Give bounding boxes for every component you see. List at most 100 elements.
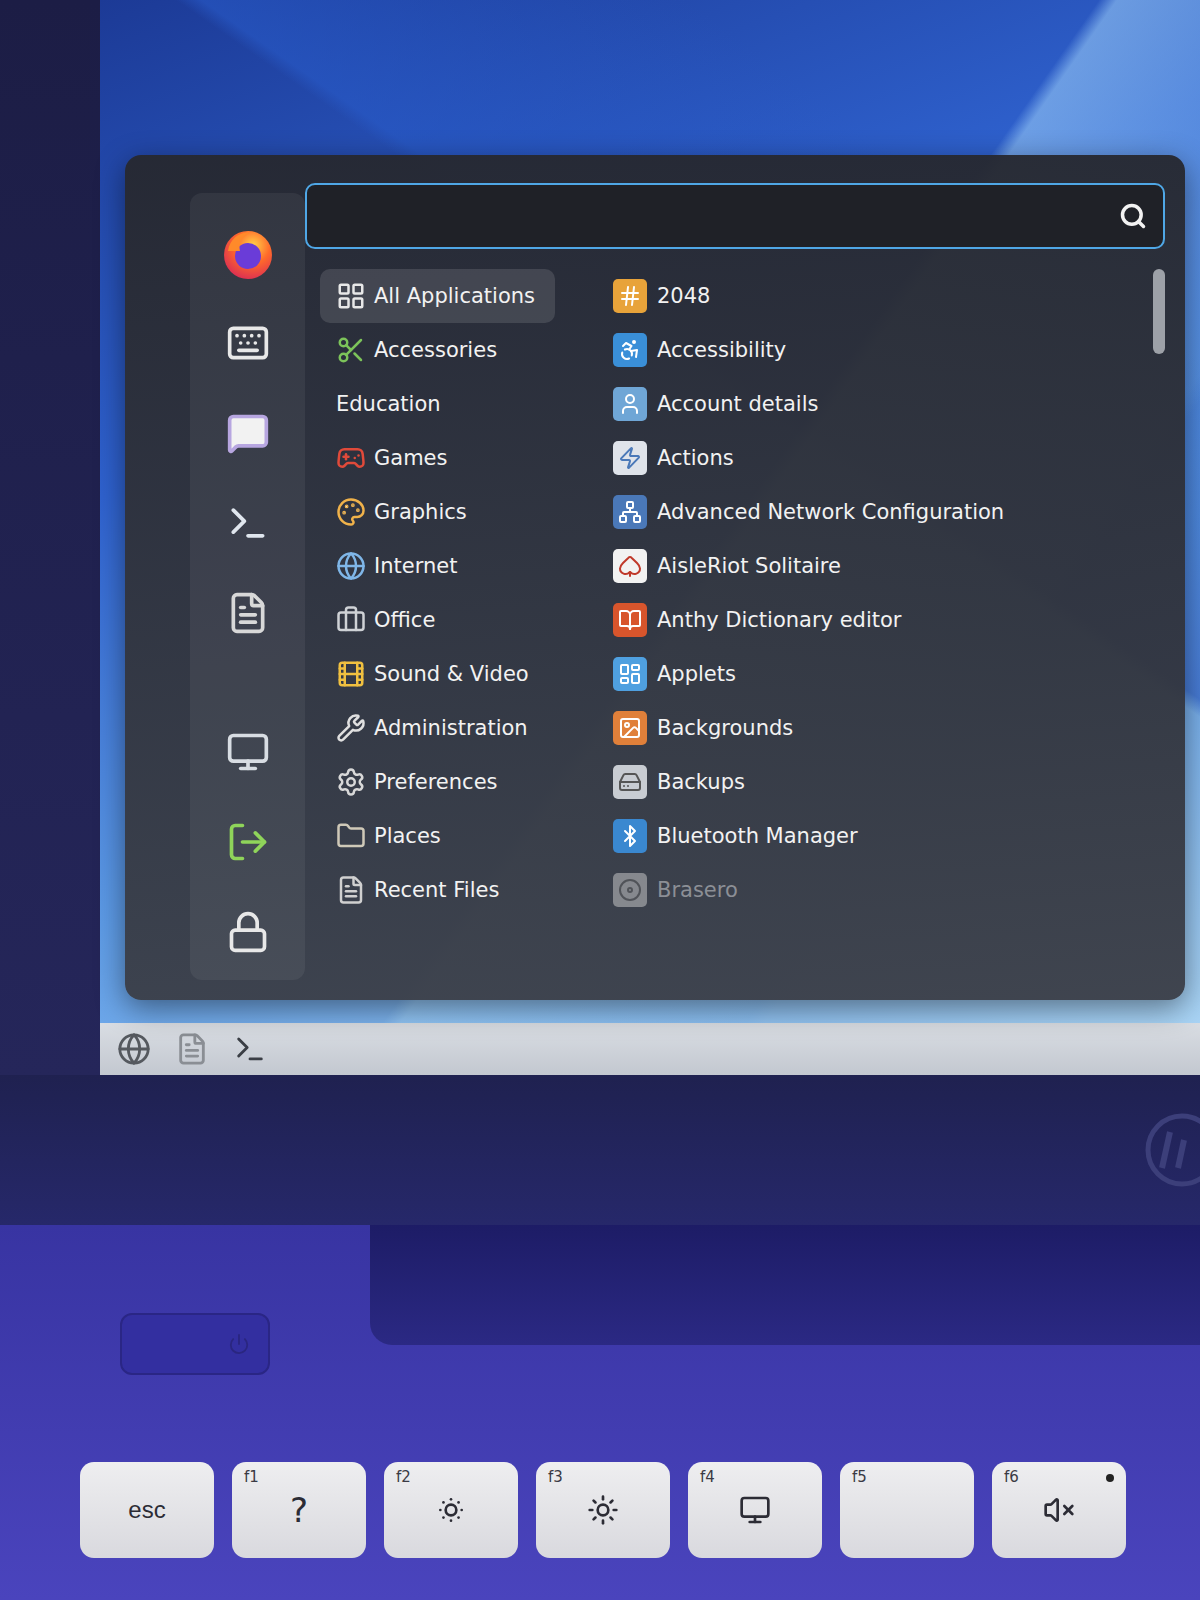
keyboard-deck: esc f1? f2 f3 f4 f5 f6 [0,1225,1200,1600]
search-box [305,183,1165,249]
mute-icon [1043,1494,1075,1526]
screen-row: All ApplicationsAccessoriesEducationGame… [0,0,1200,1075]
display-icon [739,1494,771,1526]
category-item[interactable]: All Applications [320,269,555,323]
settings-icon [226,321,270,365]
keyboard-key[interactable]: f6 [992,1462,1126,1558]
app-icon [613,549,647,583]
lock-icon [226,910,270,954]
search-icon [1119,202,1147,230]
app-item[interactable]: Applets [605,647,1153,701]
app-item[interactable]: Backups [605,755,1153,809]
keyboard-key[interactable]: f2 [384,1462,518,1558]
keyboard-key[interactable]: f4 [688,1462,822,1558]
keyboard-key[interactable]: f3 [536,1462,670,1558]
fn-label: f2 [396,1468,411,1486]
category-item[interactable]: Places [320,809,555,863]
app-item[interactable]: Backgrounds [605,701,1153,755]
fn-label: f4 [700,1468,715,1486]
app-item[interactable]: Anthy Dictionary editor [605,593,1153,647]
scrollbar [1153,269,1165,980]
app-list: 2048AccessibilityAccount detailsActionsA… [605,269,1153,980]
terminal-icon [233,1032,267,1066]
app-icon [613,387,647,421]
files-icon [175,1032,209,1066]
fn-label: f5 [852,1468,867,1486]
category-item[interactable]: Recent Files [320,863,555,917]
menu-icon [117,1032,151,1066]
app-icon [613,441,647,475]
favorite-button[interactable] [219,585,277,641]
app-item[interactable]: AisleRiot Solitaire [605,539,1153,593]
brightness-up-icon [587,1494,619,1526]
app-item[interactable]: Brasero [605,863,1153,917]
search-input[interactable] [325,203,1119,230]
category-icon [336,821,366,851]
category-icon [336,551,366,581]
scrollbar-thumb[interactable] [1153,269,1165,354]
app-item[interactable]: Accessibility [605,323,1153,377]
hinge [370,1225,1200,1345]
taskbar-item[interactable] [228,1027,272,1071]
keyboard-key[interactable]: esc [80,1462,214,1558]
logout-icon [226,820,270,864]
category-item[interactable]: Accessories [320,323,555,377]
deck-top [0,1225,1200,1375]
power-area [0,1225,370,1375]
app-item[interactable]: Account details [605,377,1153,431]
function-key-row: esc f1? f2 f3 f4 f5 f6 [0,1462,1200,1558]
keyboard-key[interactable]: f5 [840,1462,974,1558]
fn-label: f3 [548,1468,563,1486]
category-icon [336,443,366,473]
category-list: All ApplicationsAccessoriesEducationGame… [305,269,605,980]
category-item[interactable]: Graphics [320,485,555,539]
favorite-button[interactable] [219,405,277,461]
list-area: All ApplicationsAccessoriesEducationGame… [305,269,1165,980]
menu-main: All ApplicationsAccessoriesEducationGame… [305,183,1165,980]
category-icon [336,335,366,365]
screensaver-icon [226,730,270,774]
session-button[interactable] [219,724,277,780]
firefox-icon [220,225,276,281]
app-icon [613,495,647,529]
category-icon [336,281,366,311]
desktop: All ApplicationsAccessoriesEducationGame… [100,0,1200,1023]
app-item[interactable]: Advanced Network Configuration [605,485,1153,539]
category-item[interactable]: Administration [320,701,555,755]
category-item[interactable]: Education [320,377,555,431]
category-item[interactable]: Games [320,431,555,485]
session-button[interactable] [219,814,277,870]
photo: All ApplicationsAccessoriesEducationGame… [0,0,1200,1600]
favorite-button[interactable] [219,495,277,551]
favorites-panel [190,193,305,980]
category-icon [336,713,366,743]
mute-led [1106,1474,1114,1482]
app-icon [613,657,647,691]
taskbar-item[interactable] [112,1027,156,1071]
bottom-bezel [0,1075,1200,1225]
category-icon [336,875,366,905]
category-icon [336,605,366,635]
session-button[interactable] [219,904,277,960]
screen: All ApplicationsAccessoriesEducationGame… [100,0,1200,1075]
category-item[interactable]: Sound & Video [320,647,555,701]
taskbar-item[interactable] [170,1027,214,1071]
session-group [219,724,277,960]
category-item[interactable]: Preferences [320,755,555,809]
favorite-button[interactable] [219,315,277,371]
app-icon [613,603,647,637]
category-icon [336,767,366,797]
category-item[interactable]: Office [320,593,555,647]
key-symbol: ? [290,1490,308,1530]
key-symbol: esc [128,1496,165,1524]
app-item[interactable]: Actions [605,431,1153,485]
favorite-button[interactable] [219,225,277,281]
app-icon [613,873,647,907]
left-bezel [0,0,100,1075]
app-item[interactable]: 2048 [605,269,1153,323]
app-item[interactable]: Bluetooth Manager [605,809,1153,863]
keyboard-key[interactable]: f1? [232,1462,366,1558]
power-button[interactable] [120,1313,270,1375]
category-item[interactable]: Internet [320,539,555,593]
category-icon [336,659,366,689]
